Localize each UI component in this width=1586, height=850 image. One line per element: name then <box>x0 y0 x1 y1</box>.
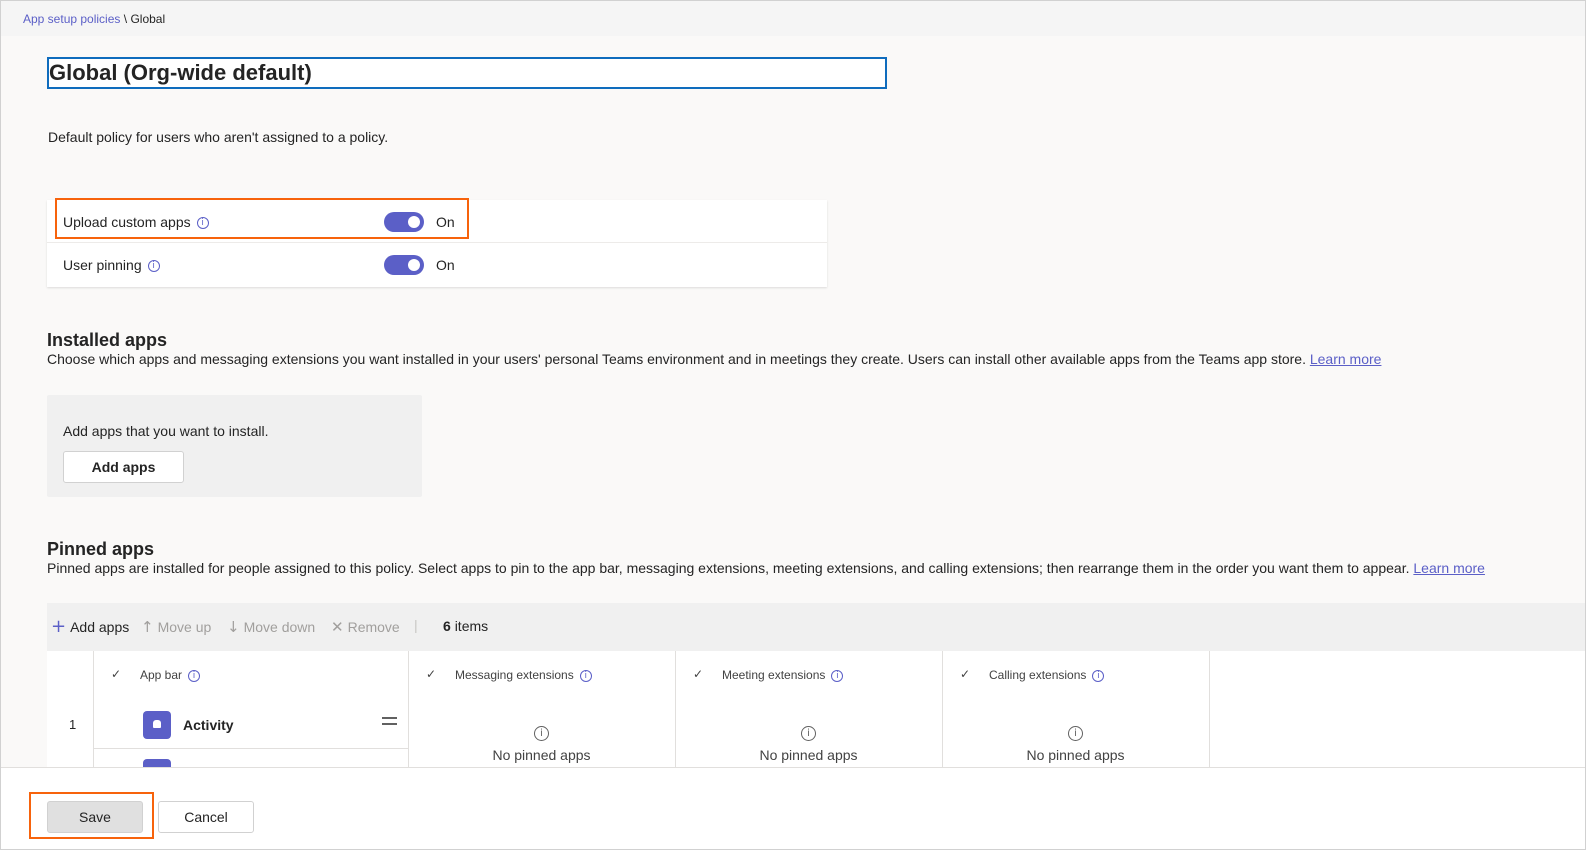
info-icon: i <box>534 726 549 741</box>
empty-calling-extensions: i No pinned apps <box>1026 726 1125 763</box>
checkmark-icon: ✓ <box>426 667 437 681</box>
breadcrumb: App setup policies \ Global <box>1 1 1585 36</box>
info-icon[interactable]: i <box>1092 669 1105 682</box>
highlight-box-upload-custom-apps <box>55 198 469 239</box>
column-header-calling-extensions[interactable]: ✓ Calling extensions i <box>942 651 1209 699</box>
setting-label-user-pinning: User pinning <box>63 257 142 273</box>
checkmark-icon: ✓ <box>960 667 971 681</box>
checkmark-icon: ✓ <box>111 667 122 681</box>
add-pinned-apps-button[interactable]: + Add apps <box>51 616 129 637</box>
app-icon <box>143 759 171 776</box>
empty-messaging-extensions: i No pinned apps <box>492 726 591 763</box>
breadcrumb-current: Global <box>130 12 166 26</box>
drag-handle-icon[interactable] <box>382 717 397 729</box>
remove-button[interactable]: ✕ Remove <box>331 618 400 636</box>
toolbar-divider: | <box>414 617 418 633</box>
pinned-apps-learn-more-link[interactable]: Learn more <box>1413 560 1485 576</box>
move-down-button[interactable]: ↓ Move down <box>227 618 315 636</box>
info-icon[interactable]: i <box>147 260 160 273</box>
installed-apps-title: Installed apps <box>47 330 168 350</box>
checkmark-icon: ✓ <box>693 667 704 681</box>
add-apps-box-text: Add apps that you want to install. <box>63 423 269 439</box>
row-divider <box>93 748 408 749</box>
item-count: 6 items <box>443 618 489 634</box>
column-header-app-bar[interactable]: ✓ App bar i <box>93 651 408 699</box>
info-icon[interactable]: i <box>579 669 592 682</box>
setting-row-user-pinning: User pinning i On <box>47 243 827 286</box>
column-header-messaging-extensions[interactable]: ✓ Messaging extensions i <box>408 651 675 699</box>
installed-apps-description: Choose which apps and messaging extensio… <box>47 351 1382 367</box>
info-icon[interactable]: i <box>188 669 201 682</box>
row-index: 1 <box>69 717 77 732</box>
plus-icon: + <box>51 616 67 637</box>
policy-description: Default policy for users who aren't assi… <box>48 129 389 145</box>
highlight-box-save <box>29 792 154 839</box>
pinned-apps-table: ✓ App bar i ✓ Messaging extensions i ✓ Mee… <box>47 651 1585 776</box>
info-icon: i <box>1068 726 1083 741</box>
app-name-activity: Activity <box>183 717 234 733</box>
arrow-down-icon: ↓ <box>227 618 240 636</box>
pinned-apps-description: Pinned apps are installed for people ass… <box>47 560 1485 576</box>
toggle-state-text: On <box>436 257 455 273</box>
column-divider <box>1209 651 1210 767</box>
info-icon: i <box>801 726 816 741</box>
bell-icon <box>143 711 171 739</box>
add-apps-box: Add apps that you want to install. Add a… <box>47 395 422 497</box>
cancel-button[interactable]: Cancel <box>158 801 254 833</box>
move-up-button[interactable]: ↑ Move up <box>141 618 211 636</box>
app-setup-policy-page: App setup policies \ Global Default poli… <box>0 0 1586 850</box>
column-header-meeting-extensions[interactable]: ✓ Meeting extensions i <box>675 651 942 699</box>
close-icon: ✕ <box>331 618 344 636</box>
user-pinning-toggle[interactable] <box>384 255 424 275</box>
empty-meeting-extensions: i No pinned apps <box>759 726 858 763</box>
breadcrumb-separator: \ <box>123 12 128 26</box>
breadcrumb-link-app-setup-policies[interactable]: App setup policies <box>23 12 120 26</box>
add-installed-apps-button[interactable]: Add apps <box>63 451 184 483</box>
policy-name-input[interactable] <box>47 57 887 89</box>
arrow-up-icon: ↑ <box>141 618 154 636</box>
installed-apps-learn-more-link[interactable]: Learn more <box>1310 351 1382 367</box>
pinned-apps-toolbar: + Add apps ↑ Move up ↓ Move down ✕ Remove | … <box>47 603 1585 651</box>
info-icon[interactable]: i <box>831 669 844 682</box>
pinned-apps-title: Pinned apps <box>47 539 155 559</box>
footer-action-bar: Save Cancel <box>1 767 1585 849</box>
